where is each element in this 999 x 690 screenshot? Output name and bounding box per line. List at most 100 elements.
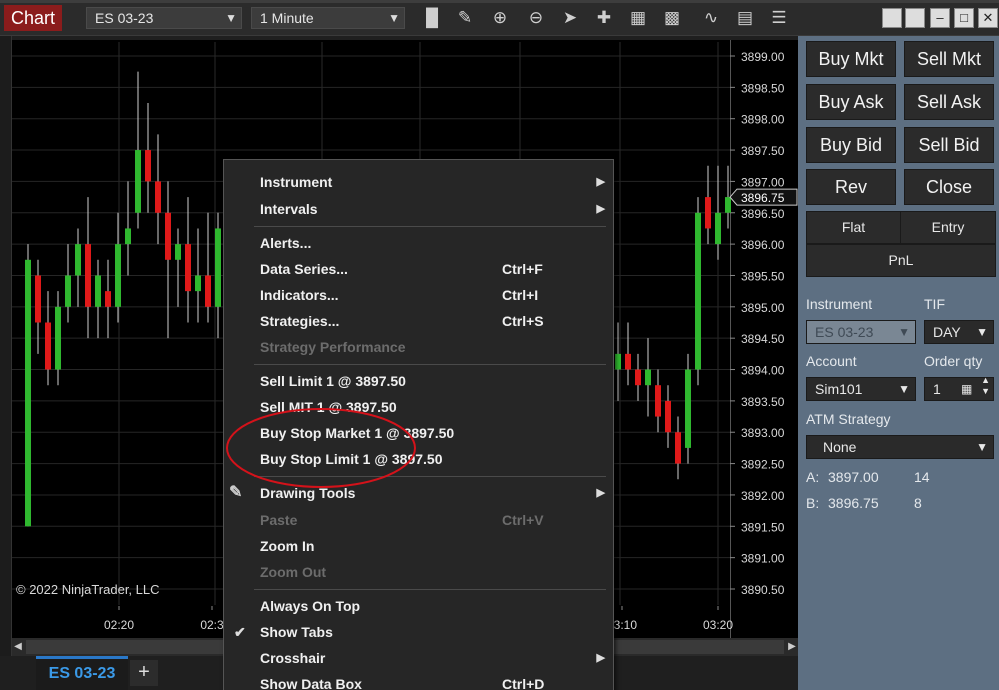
menu-item-label: Crosshair [260, 650, 326, 666]
submenu-arrow-icon: ▶ [596, 203, 605, 215]
menu-item-always-on-top[interactable]: Always On Top [224, 594, 613, 618]
menu-item-label: Intervals [260, 201, 318, 217]
window-link-button[interactable] [905, 8, 925, 28]
price-tick-label: 3896.50 [741, 207, 785, 221]
menu-item-label: Strategy Performance [260, 339, 406, 355]
candle-down [205, 275, 211, 307]
buy-ask-button[interactable]: Buy Ask [806, 84, 896, 120]
add-tab-button[interactable]: + [130, 660, 158, 686]
menu-item-data-series[interactable]: Data Series... Ctrl+F [224, 257, 613, 281]
menu-item-intervals[interactable]: Intervals ▶ [224, 197, 613, 221]
sell-bid-button[interactable]: Sell Bid [904, 127, 994, 163]
position-pnl[interactable]: PnL [806, 244, 996, 277]
menu-item-label: Paste [260, 512, 298, 528]
tab-es-03-23[interactable]: ES 03-23 [36, 656, 128, 690]
time-tick-label: 02:20 [104, 618, 134, 632]
order-qty-stepper[interactable]: 1 ▦ ▲ ▼ [924, 375, 994, 401]
menu-item-shortcut: Ctrl+F [502, 261, 543, 277]
menu-item-label: Alerts... [260, 235, 312, 251]
pencil-icon: ✎ [229, 484, 243, 501]
price-tick-label: 3894.00 [741, 364, 785, 378]
candle-up [215, 228, 221, 307]
candle-up [715, 212, 721, 245]
price-tick-label: 3897.00 [741, 175, 785, 189]
price-tick-label: 3891.50 [741, 520, 785, 534]
menu-item-show-data-box[interactable]: Show Data Box Ctrl+D [224, 672, 613, 690]
window-color-button[interactable] [882, 8, 902, 28]
chevron-down-icon: ▼ [976, 325, 988, 339]
bid-price: 3896.75 [828, 495, 879, 511]
candle-down [665, 400, 671, 433]
account-label: Account [806, 353, 857, 369]
candle-up [25, 259, 31, 527]
atm-strategy-select[interactable]: None ▼ [806, 435, 994, 459]
candle-up [65, 275, 71, 307]
candle-up [125, 228, 131, 245]
bid-size: 8 [914, 495, 922, 511]
candle-up [725, 197, 731, 213]
candle-up [195, 275, 201, 292]
submenu-arrow-icon: ▶ [596, 176, 605, 188]
menu-item-strategies[interactable]: Strategies... Ctrl+S [224, 309, 613, 333]
menu-item-drawing-tools[interactable]: ✎ Drawing Tools ▶ [224, 481, 613, 505]
menu-item-buy-stop-market[interactable]: Buy Stop Market 1 @ 3897.50 [224, 421, 613, 445]
close-position-button[interactable]: Close [904, 169, 994, 205]
minimize-button[interactable]: – [930, 8, 950, 28]
candle-down [625, 353, 631, 370]
calculator-icon[interactable]: ▦ [961, 378, 972, 400]
menu-item-show-tabs[interactable]: ✔ Show Tabs [224, 620, 613, 644]
menu-item-crosshair[interactable]: Crosshair ▶ [224, 646, 613, 670]
buy-mkt-button[interactable]: Buy Mkt [806, 41, 896, 77]
candle-down [165, 212, 171, 260]
menu-item-shortcut: Ctrl+I [502, 287, 539, 303]
menu-item-label: Zoom In [260, 538, 315, 554]
tif-label: TIF [924, 296, 945, 312]
menu-item-label: Instrument [260, 174, 333, 190]
menu-item-strategy-performance: Strategy Performance [224, 335, 613, 359]
submenu-arrow-icon: ▶ [596, 652, 605, 664]
menu-item-shortcut: Ctrl+D [502, 676, 545, 690]
close-window-button[interactable]: ✕ [978, 8, 998, 28]
price-tick-label: 3893.50 [741, 395, 785, 409]
bid-label: B: [806, 495, 820, 511]
menu-item-sell-limit[interactable]: Sell Limit 1 @ 3897.50 [224, 369, 613, 393]
buy-bid-button[interactable]: Buy Bid [806, 127, 896, 163]
position-flat: Flat [806, 211, 901, 244]
last-price-label: 3896.75 [741, 191, 785, 205]
menu-item-instrument[interactable]: Instrument ▶ [224, 170, 613, 194]
candle-down [35, 275, 41, 323]
menu-item-zoom-in[interactable]: Zoom In [224, 534, 613, 558]
sell-mkt-button[interactable]: Sell Mkt [904, 41, 994, 77]
price-tick-label: 3898.00 [741, 113, 785, 127]
sell-ask-button[interactable]: Sell Ask [904, 84, 994, 120]
account-select[interactable]: Sim101 ▼ [806, 377, 916, 401]
copyright-text: © 2022 NinjaTrader, LLC [16, 582, 160, 597]
menu-item-label: Data Series... [260, 261, 348, 277]
menu-item-label: Show Data Box [260, 676, 362, 690]
price-tick-label: 3898.50 [741, 81, 785, 95]
menu-item-buy-stop-limit[interactable]: Buy Stop Limit 1 @ 3897.50 [224, 447, 613, 471]
candle-up [55, 306, 61, 370]
instrument-select-value: ES 03-23 [815, 324, 874, 340]
candle-down [45, 322, 51, 370]
candle-down [675, 432, 681, 464]
menu-item-label: Strategies... [260, 313, 340, 329]
menu-item-sell-mit[interactable]: Sell MIT 1 @ 3897.50 [224, 395, 613, 419]
spin-arrows-icon[interactable]: ▲ ▼ [981, 375, 990, 397]
candle-down [655, 385, 661, 417]
chart-window: Chart ES 03-23 ▼ 1 Minute ▼ ▐▌ ✎ ⊕ ⊖ ➤ ✚… [0, 0, 999, 690]
candle-up [685, 369, 691, 448]
chevron-down-icon: ▼ [976, 440, 988, 454]
submenu-arrow-icon: ▶ [596, 487, 605, 499]
scroll-left-arrow-icon[interactable]: ◀ [12, 638, 24, 656]
menu-item-label: Sell Limit 1 @ 3897.50 [260, 373, 406, 389]
ask-size: 14 [914, 469, 930, 485]
tif-select[interactable]: DAY ▼ [924, 320, 994, 344]
menu-item-indicators[interactable]: Indicators... Ctrl+I [224, 283, 613, 307]
menu-item-alerts[interactable]: Alerts... [224, 231, 613, 255]
scroll-right-arrow-icon[interactable]: ▶ [786, 638, 798, 656]
reverse-button[interactable]: Rev [806, 169, 896, 205]
menu-separator [254, 226, 606, 227]
ask-label: A: [806, 469, 820, 485]
maximize-button[interactable]: □ [954, 8, 974, 28]
